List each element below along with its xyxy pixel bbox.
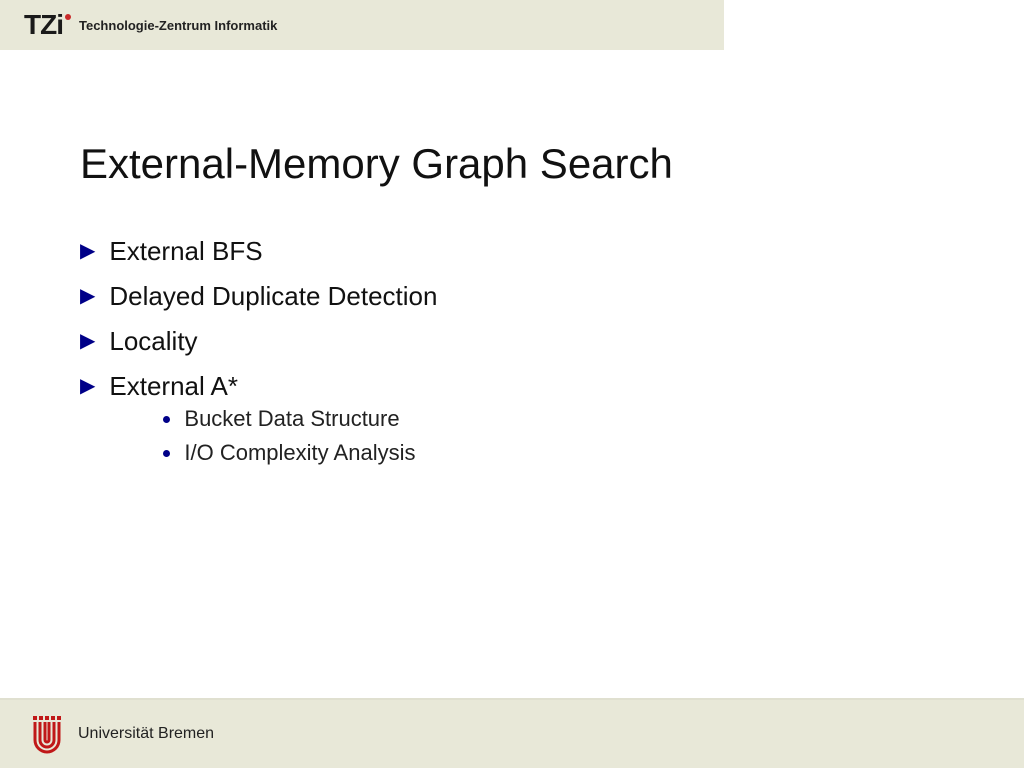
triangle-bullet-icon: ▶: [80, 326, 95, 356]
bullet-text: External A*: [109, 371, 238, 401]
header-logo-group: TZi Technologie-Zentrum Informatik: [0, 0, 1024, 50]
slide-title: External-Memory Graph Search: [80, 140, 944, 188]
triangle-bullet-icon: ▶: [80, 371, 95, 401]
bullet-text: Delayed Duplicate Detection: [109, 281, 437, 312]
bullet-list: ▶ External BFS ▶ Delayed Duplicate Detec…: [80, 236, 944, 474]
sub-bullet-item: Bucket Data Structure: [163, 406, 415, 432]
bullet-item: ▶ External BFS: [80, 236, 944, 267]
bullet-item: ▶ Locality: [80, 326, 944, 357]
header-org-name: Technologie-Zentrum Informatik: [79, 18, 277, 33]
slide-content: External-Memory Graph Search ▶ External …: [0, 50, 1024, 474]
bullet-item: ▶ External A* Bucket Data Structure I/O …: [80, 371, 944, 474]
bullet-text: Locality: [109, 326, 197, 357]
triangle-bullet-icon: ▶: [80, 281, 95, 311]
sub-bullet-item: I/O Complexity Analysis: [163, 440, 415, 466]
dot-bullet-icon: [163, 450, 170, 457]
triangle-bullet-icon: ▶: [80, 236, 95, 266]
bullet-item: ▶ Delayed Duplicate Detection: [80, 281, 944, 312]
sub-bullet-list: Bucket Data Structure I/O Complexity Ana…: [163, 406, 415, 466]
dot-bullet-icon: [163, 416, 170, 423]
bullet-block: External A* Bucket Data Structure I/O Co…: [109, 371, 415, 474]
header-bar: TZi Technologie-Zentrum Informatik: [0, 0, 1024, 50]
tzi-logo-text: TZi: [24, 9, 63, 41]
tzi-logo-dot: [65, 14, 71, 20]
tzi-logo: TZi: [24, 9, 69, 41]
sub-bullet-text: Bucket Data Structure: [184, 406, 399, 432]
footer-bar: Universität Bremen: [0, 698, 1024, 768]
university-logo-icon: [30, 714, 64, 754]
university-name: Universität Bremen: [78, 725, 214, 743]
slide: TZi Technologie-Zentrum Informatik Exter…: [0, 0, 1024, 768]
sub-bullet-text: I/O Complexity Analysis: [184, 440, 415, 466]
bullet-text: External BFS: [109, 236, 262, 267]
